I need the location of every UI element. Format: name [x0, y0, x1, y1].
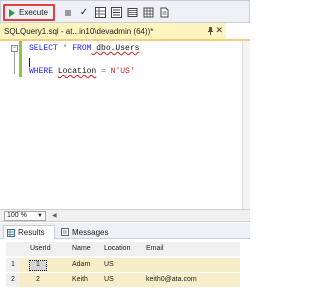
code-line-3: WHERE Location = N'US' — [29, 67, 135, 76]
cell-location[interactable]: US — [104, 258, 134, 272]
results-to-text-icon[interactable] — [127, 6, 138, 19]
cell-location[interactable]: US — [104, 273, 134, 287]
cell-email[interactable] — [146, 258, 216, 272]
execute-label: Execute — [19, 8, 48, 17]
operator-equals: = — [96, 67, 111, 76]
results-tab-strip: Results Messages — [0, 223, 250, 239]
column-header-userid[interactable]: UserId — [30, 242, 60, 256]
execute-button[interactable]: Execute — [3, 4, 55, 21]
results-to-grid-icon[interactable] — [143, 6, 154, 19]
parse-check-icon[interactable]: ✓ — [79, 6, 89, 19]
document-tab-strip: SQLQuery1.sql - at...in10\devadmin (64))… — [0, 23, 250, 39]
cell-email[interactable]: keith0@ata.com — [146, 273, 216, 287]
column-header-email[interactable]: Email — [146, 242, 186, 256]
zoom-bar: 100 % ▼ ◀ — [0, 209, 250, 222]
tab-messages-label: Messages — [72, 227, 109, 237]
tab-results-label: Results — [18, 228, 45, 237]
column-location: Location — [57, 67, 97, 76]
chevron-down-icon: ▼ — [37, 213, 43, 219]
results-grid-icon — [7, 228, 15, 237]
keyword-where: WHERE — [29, 67, 54, 76]
zoom-value: 100 % — [7, 212, 27, 219]
column-header-name[interactable]: Name — [72, 242, 98, 256]
grid-corner — [6, 242, 26, 256]
results-grid[interactable]: UserId Name Location Email 1 1 Adam US 2… — [6, 242, 240, 288]
collapse-icon[interactable]: − — [11, 45, 18, 52]
query-editor[interactable]: − SELECT * FROM dbo.Users WHERE Location… — [0, 41, 250, 209]
execute-icon — [9, 8, 15, 17]
grid-header-row: UserId Name Location Email — [6, 242, 240, 256]
keyword-from: FROM — [72, 44, 92, 53]
operator-star: * — [57, 44, 73, 53]
close-icon[interactable]: ✕ — [215, 25, 223, 36]
stop-icon[interactable] — [64, 6, 72, 19]
pin-icon[interactable] — [207, 27, 214, 35]
tab-sqlquery1[interactable]: SQLQuery1.sql - at...in10\devadmin (64))… — [0, 23, 226, 39]
table-name: dbo.Users — [91, 44, 140, 53]
messages-icon — [61, 228, 69, 236]
query-toolbar: Execute ✓ — [0, 0, 250, 23]
changed-lines-marker — [19, 41, 22, 77]
cell-userid[interactable]: 2 — [36, 273, 50, 287]
zoom-select[interactable]: 100 % ▼ — [4, 211, 46, 221]
tab-results[interactable]: Results — [3, 225, 55, 239]
outline-line — [14, 52, 15, 74]
results-to-file-icon[interactable] — [159, 6, 170, 19]
editor-vertical-scrollbar[interactable] — [242, 41, 250, 209]
query-options-icon[interactable] — [111, 6, 122, 19]
tab-title: SQLQuery1.sql - at...in10\devadmin (64))… — [4, 26, 154, 36]
table-row[interactable]: 1 1 Adam US — [6, 258, 240, 272]
text-cursor — [29, 58, 30, 67]
table-row[interactable]: 2 2 Keith US keith0@ata.com — [6, 273, 240, 287]
cell-name[interactable]: Adam — [72, 258, 100, 272]
tab-messages[interactable]: Messages — [58, 225, 118, 239]
string-literal: N'US' — [110, 67, 135, 76]
row-number[interactable]: 2 — [6, 273, 20, 287]
row-number[interactable]: 1 — [6, 258, 20, 272]
cell-name[interactable]: Keith — [72, 273, 100, 287]
keyword-select: SELECT — [29, 44, 58, 53]
column-header-location[interactable]: Location — [104, 242, 142, 256]
code-line-1: SELECT * FROM dbo.Users — [29, 44, 139, 53]
display-plan-icon[interactable] — [95, 6, 106, 19]
scroll-left-icon[interactable]: ◀ — [52, 212, 57, 219]
cell-userid[interactable]: 1 — [36, 258, 50, 272]
